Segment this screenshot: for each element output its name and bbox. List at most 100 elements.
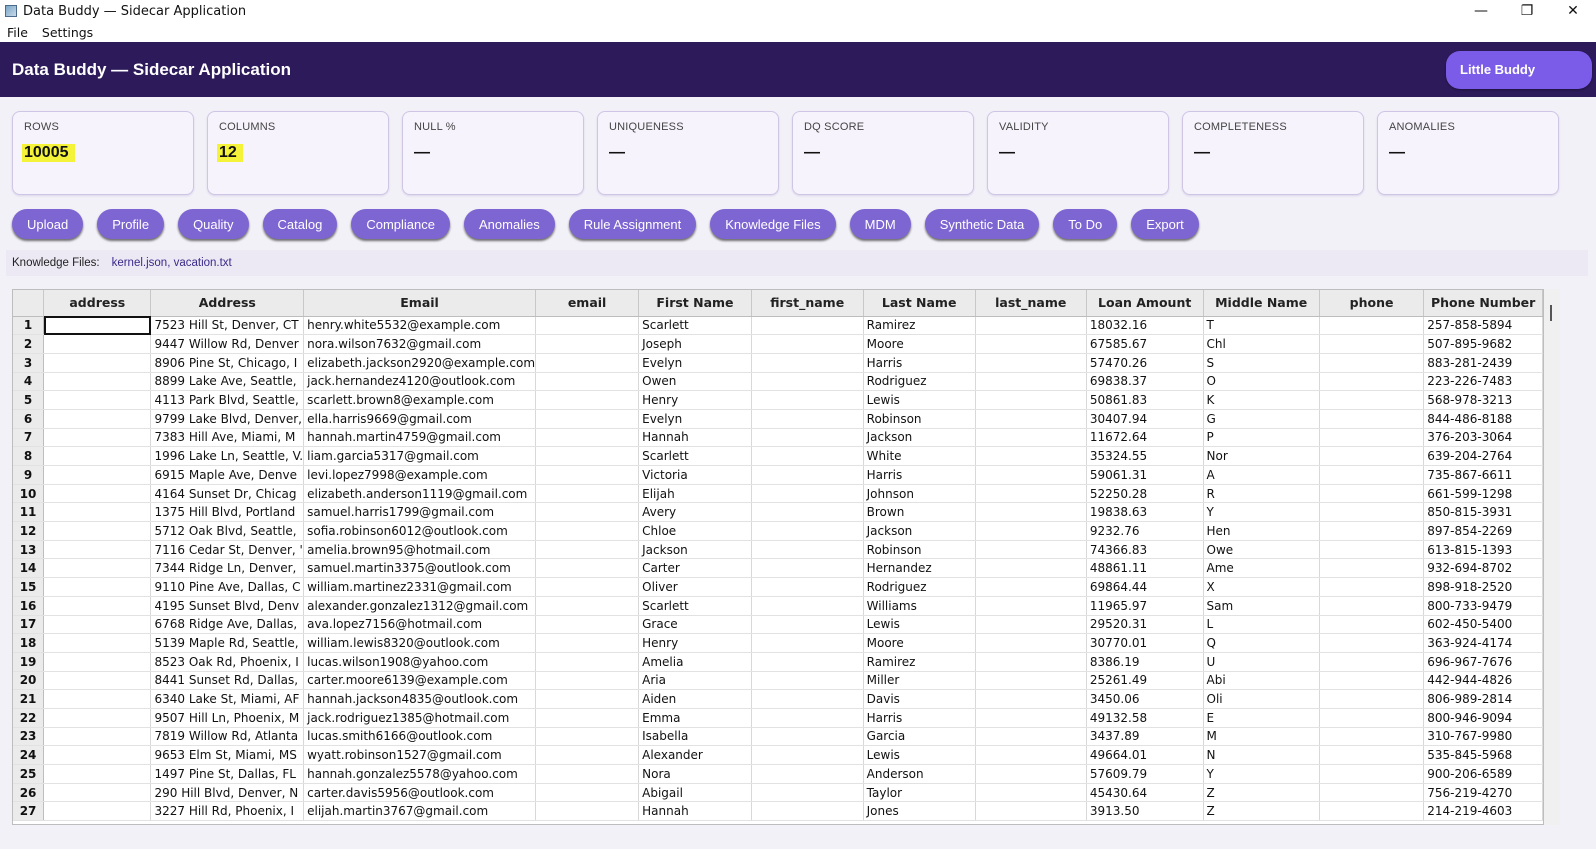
table-cell[interactable] [1319, 353, 1425, 373]
table-cell[interactable]: Nor [1203, 446, 1320, 466]
row-number[interactable]: 1 [13, 316, 45, 336]
table-cell[interactable]: S [1203, 353, 1320, 373]
table-cell[interactable] [1319, 652, 1425, 672]
table-cell[interactable]: 800-946-9094 [1423, 708, 1543, 728]
table-cell[interactable]: Rodriguez [863, 577, 976, 597]
todo-button[interactable]: To Do [1053, 209, 1118, 239]
table-cell[interactable]: 214-219-4603 [1423, 801, 1543, 822]
table-cell[interactable] [43, 671, 152, 691]
table-cell[interactable]: 290 Hill Blvd, Denver, N [150, 783, 305, 803]
table-cell[interactable]: 756-219-4270 [1423, 783, 1543, 803]
table-cell[interactable]: Jackson [863, 428, 976, 448]
column-header[interactable]: Loan Amount [1086, 290, 1204, 317]
table-cell[interactable]: wyatt.robinson1527@gmail.com [303, 745, 537, 765]
table-cell[interactable] [751, 615, 864, 635]
table-cell[interactable]: Victoria [638, 465, 752, 485]
table-cell[interactable]: sofia.robinson6012@outlook.com [303, 521, 537, 541]
table-cell[interactable]: liam.garcia5317@gmail.com [303, 446, 537, 466]
table-cell[interactable]: 30407.94 [1086, 409, 1204, 429]
table-cell[interactable] [1319, 428, 1425, 448]
mdm-button[interactable]: MDM [849, 209, 911, 239]
table-cell[interactable] [975, 727, 1087, 747]
compliance-button[interactable]: Compliance [351, 209, 450, 239]
column-header[interactable]: last_name [975, 290, 1087, 317]
table-cell[interactable] [43, 372, 152, 392]
table-cell[interactable]: Elijah [638, 484, 752, 504]
table-cell[interactable]: 18032.16 [1086, 316, 1204, 336]
column-header[interactable]: First Name [638, 290, 752, 317]
vertical-scrollbar[interactable] [1544, 289, 1560, 825]
table-cell[interactable]: william.martinez2331@gmail.com [303, 577, 537, 597]
table-cell[interactable]: 5139 Maple Rd, Seattle, [150, 633, 305, 653]
row-number[interactable]: 10 [13, 484, 45, 504]
table-cell[interactable] [1319, 465, 1425, 485]
table-cell[interactable]: N [1203, 745, 1320, 765]
table-cell[interactable]: Johnson [863, 484, 976, 504]
table-cell[interactable] [43, 484, 152, 504]
table-cell[interactable] [535, 727, 640, 747]
table-cell[interactable]: Harris [863, 465, 976, 485]
table-cell[interactable] [751, 316, 864, 336]
table-cell[interactable]: 1497 Pine St, Dallas, FL [150, 764, 305, 784]
column-header[interactable]: Last Name [863, 290, 976, 317]
little-buddy-button[interactable]: Little Buddy [1446, 50, 1592, 89]
table-cell[interactable]: 74366.83 [1086, 540, 1204, 560]
table-cell[interactable] [43, 783, 152, 803]
row-number[interactable]: 12 [13, 521, 45, 541]
table-cell[interactable] [43, 708, 152, 728]
upload-button[interactable]: Upload [12, 209, 84, 239]
table-cell[interactable]: Henry [638, 633, 752, 653]
table-cell[interactable] [535, 558, 640, 579]
table-cell[interactable]: 69864.44 [1086, 577, 1204, 597]
row-number[interactable]: 23 [13, 727, 45, 747]
table-cell[interactable]: 30770.01 [1086, 633, 1204, 653]
table-cell[interactable] [43, 727, 152, 747]
table-cell[interactable]: 883-281-2439 [1423, 353, 1543, 373]
table-cell[interactable]: T [1203, 316, 1320, 336]
table-cell[interactable] [751, 502, 864, 523]
table-cell[interactable]: 376-203-3064 [1423, 428, 1543, 448]
anomalies-button[interactable]: Anomalies [464, 209, 555, 239]
table-cell[interactable]: 69838.37 [1086, 372, 1204, 392]
table-cell[interactable]: 735-867-6611 [1423, 465, 1543, 485]
table-cell[interactable]: White [863, 446, 976, 466]
table-cell[interactable]: Avery [638, 502, 752, 523]
table-cell[interactable]: Owe [1203, 540, 1320, 560]
table-cell[interactable]: Williams [863, 596, 976, 616]
menu-settings[interactable]: Settings [42, 25, 93, 40]
table-cell[interactable] [1319, 671, 1425, 691]
table-cell[interactable]: Robinson [863, 540, 976, 560]
table-cell[interactable]: Moore [863, 633, 976, 653]
table-cell[interactable]: Abigail [638, 783, 752, 803]
table-cell[interactable] [43, 745, 152, 765]
table-cell[interactable]: hannah.martin4759@gmail.com [303, 428, 537, 448]
table-cell[interactable]: elijah.martin3767@gmail.com [303, 801, 537, 822]
table-cell[interactable]: Hen [1203, 521, 1320, 541]
table-cell[interactable]: Emma [638, 708, 752, 728]
synthetic-data-button[interactable]: Synthetic Data [924, 209, 1040, 239]
table-cell[interactable] [751, 334, 864, 354]
table-cell[interactable] [43, 652, 152, 672]
table-cell[interactable]: 48861.11 [1086, 558, 1204, 579]
table-cell[interactable]: 9447 Willow Rd, Denver [150, 334, 305, 354]
table-cell[interactable]: Hannah [638, 428, 752, 448]
row-number[interactable]: 13 [13, 540, 45, 560]
table-cell[interactable] [1319, 502, 1425, 523]
row-number[interactable]: 17 [13, 615, 45, 635]
table-cell[interactable]: 45430.64 [1086, 783, 1204, 803]
table-cell[interactable]: hannah.jackson4835@outlook.com [303, 689, 537, 709]
table-cell[interactable] [535, 390, 640, 410]
table-cell[interactable]: lucas.wilson1908@yahoo.com [303, 652, 537, 672]
table-cell[interactable] [975, 689, 1087, 709]
table-cell[interactable] [1319, 633, 1425, 653]
table-cell[interactable]: 57609.79 [1086, 764, 1204, 784]
table-cell[interactable]: Z [1203, 783, 1320, 803]
table-cell[interactable] [975, 372, 1087, 392]
table-cell[interactable] [535, 334, 640, 354]
table-cell[interactable] [975, 390, 1087, 410]
table-cell[interactable]: 9799 Lake Blvd, Denver, [150, 409, 305, 429]
table-cell[interactable]: 602-450-5400 [1423, 615, 1543, 635]
table-cell[interactable]: Amelia [638, 652, 752, 672]
table-cell[interactable]: Lewis [863, 390, 976, 410]
row-number[interactable]: 24 [13, 745, 45, 765]
